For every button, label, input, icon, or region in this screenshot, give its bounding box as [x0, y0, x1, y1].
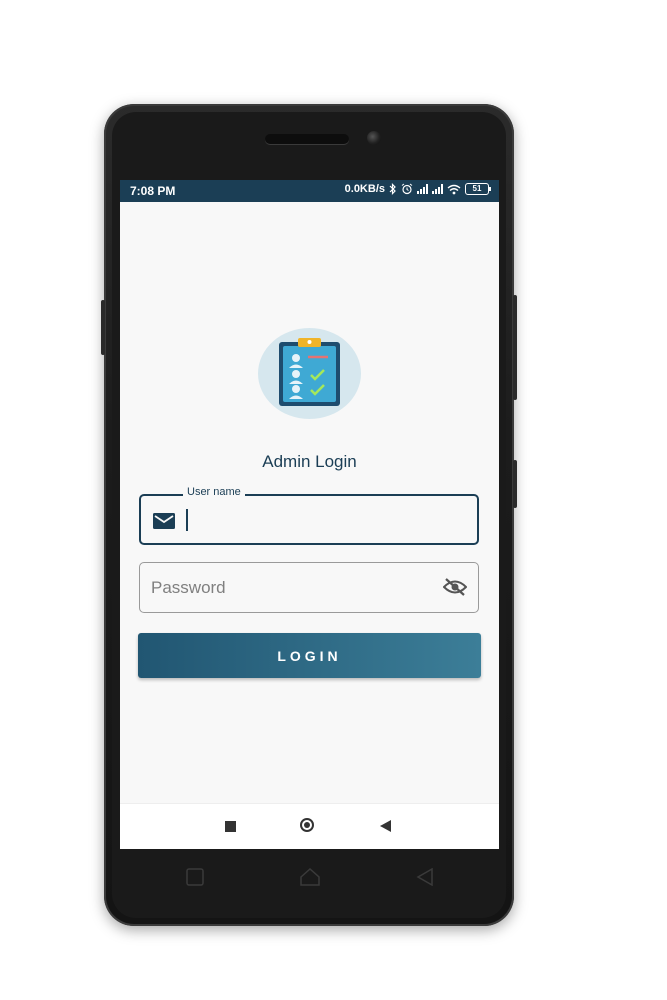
- app-screen: 7:08 PM 0.0KB/s 51 Admin Login User name…: [120, 180, 499, 849]
- signal-icon: [432, 184, 443, 194]
- eye-off-icon[interactable]: [443, 577, 467, 597]
- front-camera: [367, 131, 381, 145]
- mail-icon: [153, 513, 175, 529]
- text-cursor: [186, 509, 188, 531]
- username-field[interactable]: User name: [139, 486, 479, 545]
- hw-back-icon: [416, 868, 433, 886]
- username-label: User name: [183, 486, 245, 498]
- android-nav-bar: [120, 803, 499, 849]
- status-time: 7:08 PM: [130, 184, 176, 198]
- clipboard-checklist-icon: [279, 338, 340, 406]
- password-placeholder: Password: [151, 578, 226, 597]
- signal-icon: [417, 184, 428, 194]
- bluetooth-icon: [389, 183, 396, 195]
- login-button[interactable]: LOGIN: [138, 633, 481, 678]
- app-logo: [258, 328, 361, 419]
- back-icon[interactable]: [380, 820, 391, 832]
- hw-recent-icon: [186, 868, 204, 886]
- network-speed: 0.0KB/s: [344, 183, 385, 195]
- side-button-left: [101, 300, 105, 355]
- password-field[interactable]: Password: [139, 562, 479, 613]
- hw-home-icon: [300, 868, 320, 886]
- battery-icon: 51: [465, 183, 491, 195]
- power-button: [513, 295, 517, 400]
- recent-apps-icon[interactable]: [225, 821, 236, 832]
- status-bar: 7:08 PM 0.0KB/s 51: [120, 180, 499, 202]
- home-icon[interactable]: [300, 818, 314, 832]
- earpiece-speaker: [265, 134, 349, 144]
- alarm-icon: [401, 183, 413, 195]
- volume-button: [513, 460, 517, 508]
- status-indicators: 0.0KB/s 51: [344, 183, 491, 195]
- page-title: Admin Login: [262, 452, 357, 471]
- wifi-icon: [447, 184, 461, 194]
